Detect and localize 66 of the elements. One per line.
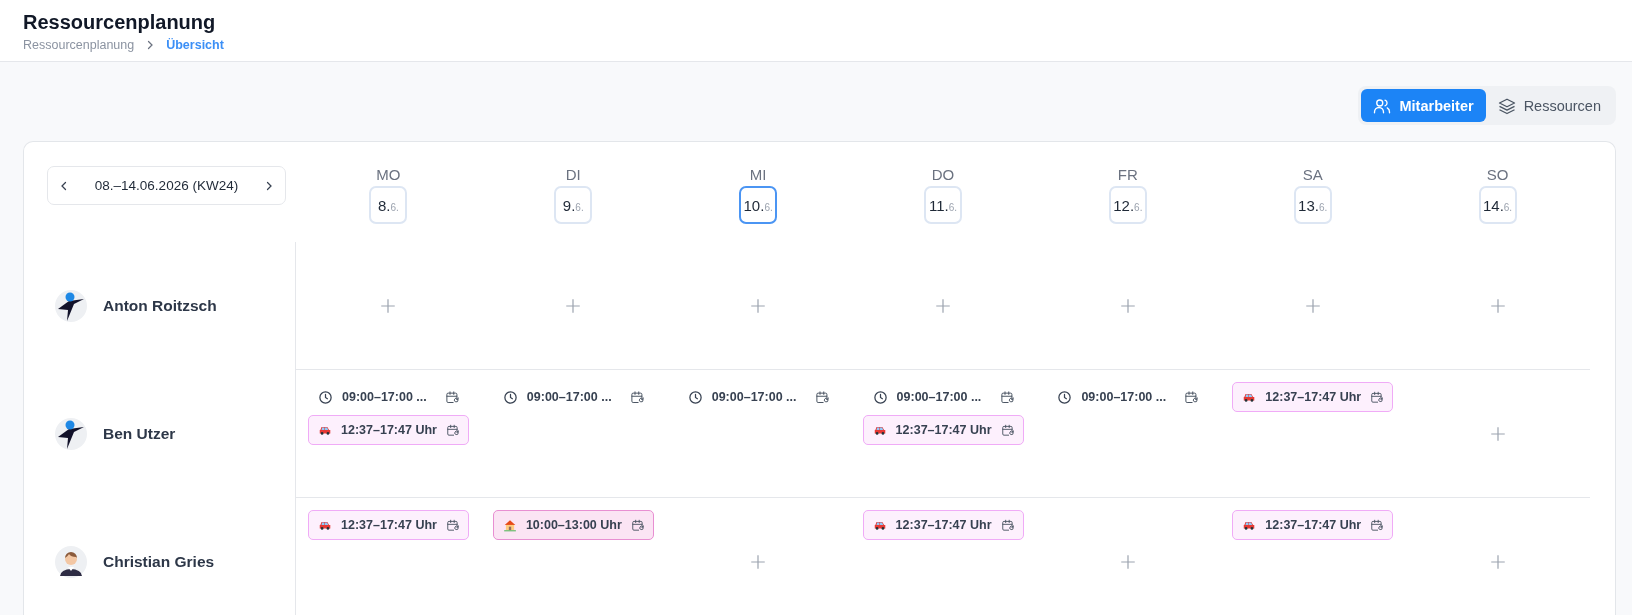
date-badge[interactable]: 8.6. xyxy=(369,186,408,224)
calendar-sync-icon xyxy=(999,389,1015,405)
clock-icon xyxy=(1057,389,1073,405)
plus-icon xyxy=(749,296,768,315)
weekday-label: MI xyxy=(749,166,767,183)
weekday-label: SA xyxy=(1302,166,1323,183)
week-label: 08.–14.06.2026 (KW24) xyxy=(94,178,239,193)
calendar-sync-icon xyxy=(814,389,830,405)
employee-name: Christian Gries xyxy=(103,553,215,571)
plus-icon xyxy=(1303,296,1322,315)
schedule-entry[interactable]: 12:37–17:47 Uhr xyxy=(308,510,469,540)
date-badge[interactable]: 9.6. xyxy=(554,186,593,224)
weekday-label: SO xyxy=(1486,166,1509,183)
date-badge[interactable]: 11.6. xyxy=(924,186,962,224)
schedule-entry[interactable]: 12:37–17:47 Uhr xyxy=(862,510,1024,540)
calendar-sync-icon xyxy=(630,517,645,533)
date-badge[interactable]: 14.6. xyxy=(1478,186,1517,224)
schedule-entry[interactable]: 09:00–17:00 ... xyxy=(1047,382,1209,412)
date-badge[interactable]: 13.6. xyxy=(1293,186,1332,224)
weekday-label: FR xyxy=(1117,166,1138,183)
layers-icon xyxy=(1497,96,1516,115)
plus-icon xyxy=(749,553,768,571)
schedule-entry[interactable]: 09:00–17:00 ... xyxy=(862,382,1024,412)
plus-icon xyxy=(1488,553,1507,571)
page-title: Ressourcenplanung xyxy=(23,10,217,35)
plus-icon xyxy=(1488,296,1507,315)
weekday-label: MO xyxy=(376,166,401,183)
calendar-sync-icon xyxy=(1184,389,1200,405)
schedule-entry[interactable]: 10:00–13:00 Uhr xyxy=(492,510,654,540)
weekday-label: DI xyxy=(565,166,581,183)
plus-icon xyxy=(1118,553,1137,571)
logo-avatar xyxy=(55,418,87,450)
schedule-entry[interactable]: 09:00–17:00 ... xyxy=(677,382,839,412)
clock-icon xyxy=(872,389,888,405)
weekday-label: DO xyxy=(931,166,955,183)
calendar-sync-icon xyxy=(1000,422,1015,438)
clock-icon xyxy=(687,389,703,405)
calendar-sync-icon xyxy=(629,389,645,405)
schedule-entry[interactable]: 12:37–17:47 Uhr xyxy=(1232,510,1394,540)
plus-icon xyxy=(1118,296,1137,315)
schedule-entry[interactable]: 12:37–17:47 Uhr xyxy=(1232,382,1394,412)
plus-icon xyxy=(564,296,583,315)
schedule-entry[interactable]: 09:00–17:00 ... xyxy=(492,382,654,412)
calendar-sync-icon xyxy=(445,517,460,533)
schedule-entry[interactable]: 09:00–17:00 ... xyxy=(308,382,469,412)
employee-name: Anton Roitzsch xyxy=(103,297,217,315)
calendar-sync-icon xyxy=(1370,517,1385,533)
employee-name: Ben Utzer xyxy=(103,425,176,443)
date-badge[interactable]: 10.6. xyxy=(739,186,778,224)
plus-icon xyxy=(934,296,952,315)
view-tab[interactable]: Mitarbeiter xyxy=(1361,89,1486,122)
clock-icon xyxy=(318,389,333,405)
logo-avatar xyxy=(55,290,87,322)
schedule-entry[interactable]: 12:37–17:47 Uhr xyxy=(308,415,469,445)
person-avatar xyxy=(55,546,87,578)
clock-icon xyxy=(502,389,518,405)
calendar-sync-icon xyxy=(445,389,460,405)
calendar-sync-icon xyxy=(1000,517,1015,533)
date-badge[interactable]: 12.6. xyxy=(1108,186,1147,224)
view-tab[interactable]: Ressourcen xyxy=(1485,89,1613,122)
calendar-sync-icon xyxy=(1370,389,1385,405)
schedule-entry[interactable]: 12:37–17:47 Uhr xyxy=(862,415,1024,445)
plus-icon xyxy=(1488,424,1507,443)
plus-icon xyxy=(379,296,398,315)
people-icon xyxy=(1373,96,1392,115)
calendar-sync-icon xyxy=(445,422,460,438)
